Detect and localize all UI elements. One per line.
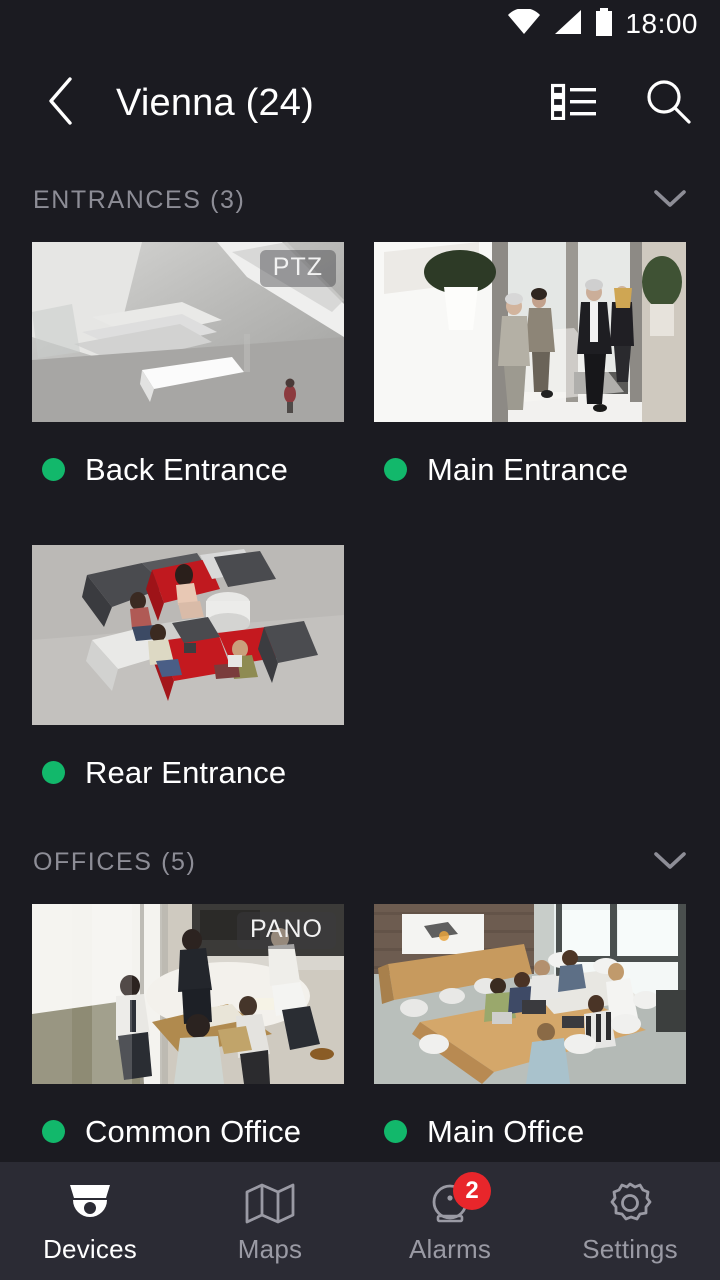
chevron-left-icon <box>45 75 77 132</box>
row-spacer <box>32 517 688 545</box>
bottom-navigation: Devices Maps 2 Alarms Settings <box>0 1162 720 1280</box>
status-indicator <box>384 458 407 481</box>
battery-icon <box>595 7 613 41</box>
nav-item-devices[interactable]: Devices <box>0 1162 180 1280</box>
camera-tile[interactable]: Rear Entrance <box>32 545 344 820</box>
nav-label: Alarms <box>408 1233 492 1264</box>
camera-tile[interactable]: PANO Common Office <box>32 904 344 1162</box>
alarm-bell-icon: 2 <box>425 1171 491 1228</box>
camera-list[interactable]: ENTRANCES (3) PTZ Back Entrance Main Ent… <box>0 158 720 1162</box>
camera-thumbnail[interactable] <box>32 545 344 725</box>
camera-name: Back Entrance <box>85 451 288 487</box>
camera-name: Main Entrance <box>427 451 629 487</box>
conference-table-thumbnail <box>374 904 686 1084</box>
chevron-down-icon[interactable] <box>650 848 690 877</box>
back-button[interactable] <box>34 76 88 130</box>
nav-label: Settings <box>582 1233 678 1264</box>
camera-grid-entrances: PTZ Back Entrance Main Entrance Rear Ent… <box>0 242 720 820</box>
app-bar-actions <box>548 77 694 129</box>
search-icon <box>644 77 692 130</box>
camera-label: Main Office <box>374 1084 686 1162</box>
camera-label: Rear Entrance <box>32 725 344 820</box>
camera-feature-badge: PANO <box>237 912 336 949</box>
camera-tile[interactable]: Main Office <box>374 904 686 1162</box>
gear-icon <box>605 1178 655 1228</box>
camera-thumbnail[interactable] <box>374 242 686 422</box>
status-bar: 18:00 <box>0 0 720 48</box>
nav-label: Devices <box>43 1233 137 1264</box>
camera-label: Common Office <box>32 1084 344 1162</box>
camera-thumbnail[interactable]: PTZ <box>32 242 344 422</box>
app-screen: 18:00 Vienna (24) ENTRANCES (3) PTZ Back… <box>0 0 720 1280</box>
camera-feature-badge: PTZ <box>259 250 336 287</box>
nav-label: Maps <box>237 1233 303 1264</box>
status-indicator <box>42 1120 65 1143</box>
status-indicator <box>42 458 65 481</box>
cellular-signal-icon <box>553 9 583 40</box>
section-header-offices[interactable]: OFFICES (5) <box>0 820 720 904</box>
camera-name: Rear Entrance <box>85 754 287 790</box>
nav-item-alarms[interactable]: 2 Alarms <box>360 1162 540 1280</box>
camera-label: Main Entrance <box>374 422 686 517</box>
section-title: OFFICES (5) <box>33 847 197 876</box>
app-bar: Vienna (24) <box>0 48 720 158</box>
page-title: Vienna (24) <box>116 81 314 124</box>
section-title: ENTRANCES (3) <box>33 185 246 214</box>
wifi-icon <box>507 7 541 40</box>
nav-item-settings[interactable]: Settings <box>540 1162 720 1280</box>
people-walking-lobby-thumbnail <box>374 242 686 422</box>
list-view-button[interactable] <box>548 77 600 129</box>
section-header-entrances[interactable]: ENTRANCES (3) <box>0 158 720 242</box>
lounge-seating-thumbnail <box>32 545 344 725</box>
alarm-count-badge: 2 <box>453 1171 491 1210</box>
map-icon <box>244 1178 296 1228</box>
search-button[interactable] <box>642 77 694 129</box>
list-view-icon <box>550 82 597 125</box>
nav-item-maps[interactable]: Maps <box>180 1162 360 1280</box>
camera-thumbnail[interactable] <box>374 904 686 1084</box>
camera-thumbnail[interactable]: PANO <box>32 904 344 1084</box>
camera-grid-offices: PANO Common Office Main Office <box>0 904 720 1162</box>
status-indicator <box>384 1120 407 1143</box>
camera-tile[interactable]: PTZ Back Entrance <box>32 242 344 517</box>
camera-label: Back Entrance <box>32 422 344 517</box>
status-bar-clock: 18:00 <box>625 8 698 39</box>
chevron-down-icon[interactable] <box>650 186 690 215</box>
status-indicator <box>42 761 65 784</box>
camera-name: Main Office <box>427 1113 585 1149</box>
camera-tile[interactable]: Main Entrance <box>374 242 686 517</box>
camera-name: Common Office <box>85 1113 302 1149</box>
dome-camera-icon <box>62 1178 118 1228</box>
